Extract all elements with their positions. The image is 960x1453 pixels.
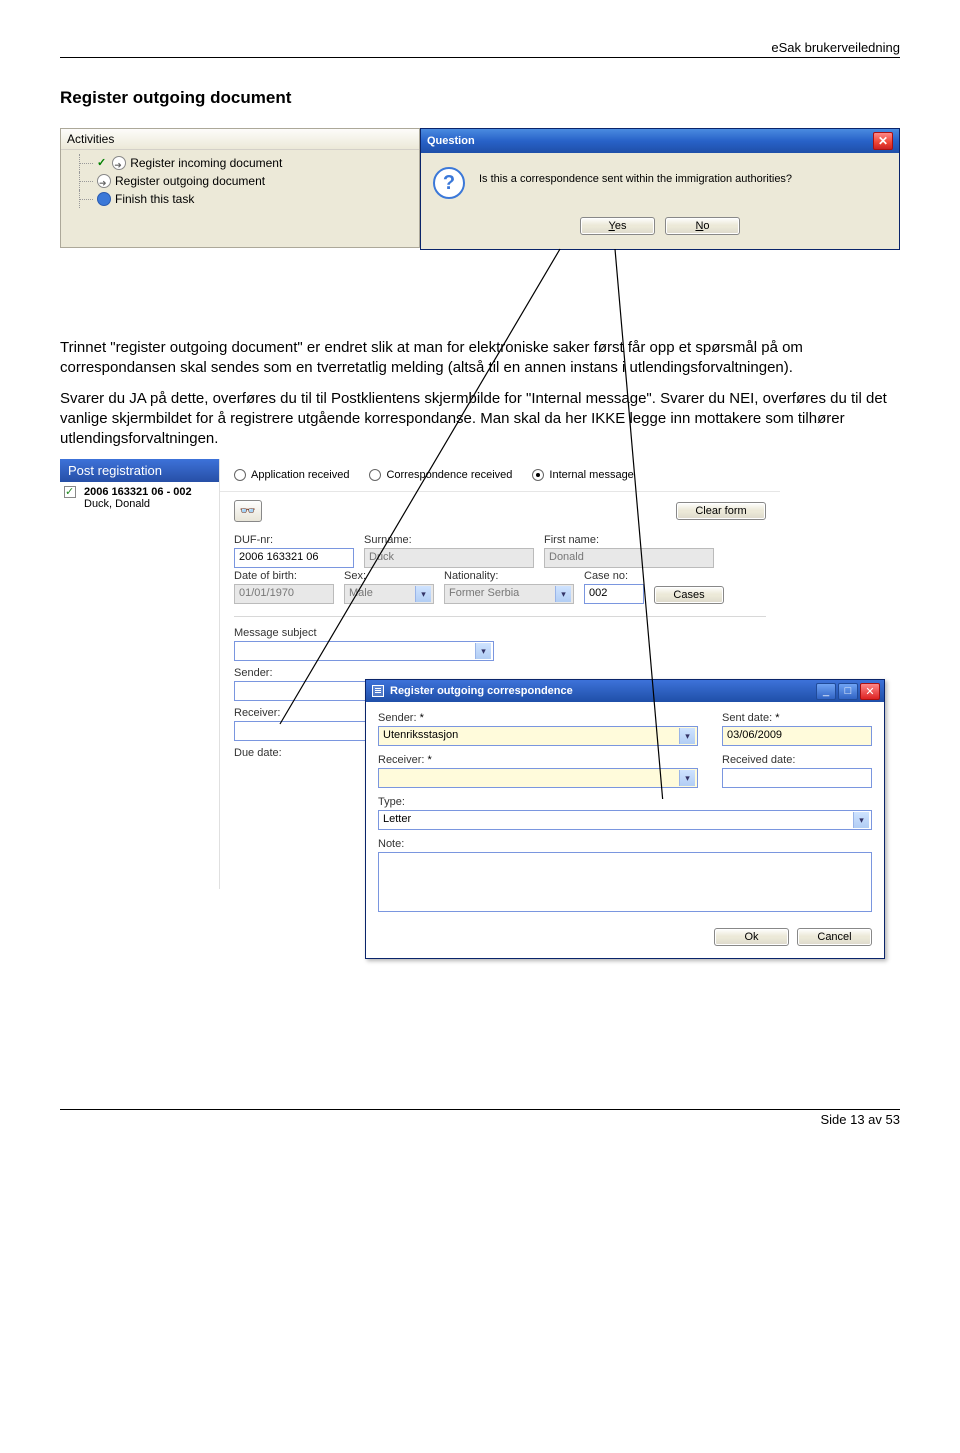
activities-list: ✓ Register incoming document Register ou… [61,150,419,212]
activities-title: Activities [61,129,419,150]
radio-internal-message[interactable]: Internal message [532,469,633,481]
divider [234,616,766,617]
minimize-icon[interactable]: _ [816,683,836,700]
case-reference: 2006 163321 06 - 002 [80,482,192,498]
case-checkbox[interactable] [64,486,76,498]
post-registration-tab[interactable]: Post registration [60,459,219,482]
label-note: Note: [378,838,872,850]
dialog-body: ? Is this a correspondence sent within t… [421,153,899,213]
dialog-buttons: Ok Cancel [378,920,872,948]
refresh-icon [112,156,126,170]
label-dob: Date of birth: [234,570,334,582]
document-icon [372,685,384,697]
nationality-select: Former Serbia [444,584,574,604]
sent-date-input[interactable]: 03/06/2009 [722,726,872,746]
page-footer: Side 13 av 53 [60,1109,900,1127]
dob-input: 01/01/1970 [234,584,334,604]
paragraph: Trinnet "register outgoing document" er … [60,338,900,379]
check-icon: ✓ [97,154,106,172]
dialog-titlebar: Question ✕ [421,129,899,153]
no-button[interactable]: No [665,217,740,235]
search-button[interactable]: 👓 [234,500,262,522]
screenshot-area: Activities ✓ Register incoming document … [60,128,900,308]
question-icon: ? [433,167,465,199]
radio-icon [532,469,544,481]
radio-icon [369,469,381,481]
yes-button[interactable]: Yes [580,217,655,235]
label-caseno: Case no: [584,570,644,582]
cases-button[interactable]: Cases [654,586,724,604]
window-buttons: _ □ ✕ [816,683,880,700]
activities-panel: Activities ✓ Register incoming document … [60,128,420,248]
label-sex: Sex: [344,570,434,582]
radio-application-received[interactable]: Application received [234,469,349,481]
message-subject-select[interactable] [234,641,494,661]
label-surname: Surname: [364,534,534,546]
close-icon[interactable]: ✕ [860,683,880,700]
header-text: eSak brukerveiledning [771,40,900,55]
maximize-icon[interactable]: □ [838,683,858,700]
label-type: Type: [378,796,872,808]
type-select[interactable]: Letter [378,810,872,830]
label-duf: DUF-nr: [234,534,354,546]
fields-grid: DUF-nr: 2006 163321 06 Surname: Duck Fir… [220,530,780,610]
section-title: Register outgoing document [60,88,900,108]
label-nationality: Nationality: [444,570,574,582]
caseno-input[interactable]: 002 [584,584,644,604]
case-name: Duck, Donald [80,498,192,510]
page-header: eSak brukerveiledning [60,40,900,58]
ok-button[interactable]: Ok [714,928,789,946]
label-duedate: Due date: [234,747,354,759]
activity-row[interactable]: ✓ Register incoming document [73,154,419,172]
receiver-select[interactable] [378,768,698,788]
activity-label: Register incoming document [130,154,282,172]
page-number: Side 13 av 53 [820,1112,900,1127]
activity-row[interactable]: Finish this task [73,190,419,208]
dialog-titlebar: Register outgoing correspondence _ □ ✕ [366,680,884,702]
paragraph: Svarer du JA på dette, overføres du til … [60,389,900,450]
sender-select[interactable]: Utenriksstasjon [378,726,698,746]
label-firstname: First name: [544,534,714,546]
label-sent-date: Sent date: [722,712,872,724]
message-type-radios: Application received Correspondence rece… [220,459,780,492]
duf-input[interactable]: 2006 163321 06 [234,548,354,568]
search-row: 👓 Clear form [220,492,780,530]
radio-icon [234,469,246,481]
dialog-body: Sender: Utenriksstasjon Sent date: 03/06… [366,702,884,958]
post-registration-area: Post registration 2006 163321 06 - 002 D… [60,459,930,979]
clear-form-button[interactable]: Clear form [676,502,766,520]
cancel-button[interactable]: Cancel [797,928,872,946]
question-dialog: Question ✕ ? Is this a correspondence se… [420,128,900,250]
dialog-message: Is this a correspondence sent within the… [479,167,792,185]
surname-input: Duck [364,548,534,568]
dialog-title: Register outgoing correspondence [390,685,573,697]
dialog-buttons: Yes No [421,213,899,249]
activity-label: Register outgoing document [115,172,265,190]
activity-row[interactable]: Register outgoing document [73,172,419,190]
binoculars-icon: 👓 [240,503,256,519]
label-message-subject: Message subject [234,627,494,639]
bullet-icon [97,192,111,206]
post-sidebar: Post registration 2006 163321 06 - 002 D… [60,459,220,889]
label-sender: Sender: [234,667,494,679]
label-receiver: Receiver: [378,754,698,766]
label-sender: Sender: [378,712,698,724]
correspondence-dialog: Register outgoing correspondence _ □ ✕ S… [365,679,885,959]
dialog-title: Question [427,135,475,147]
note-textarea[interactable] [378,852,872,912]
radio-correspondence-received[interactable]: Correspondence received [369,469,512,481]
firstname-input: Donald [544,548,714,568]
label-received-date: Received date: [722,754,872,766]
close-icon[interactable]: ✕ [873,132,893,150]
refresh-icon [97,174,111,188]
sex-select: Male [344,584,434,604]
received-date-input[interactable] [722,768,872,788]
activity-label: Finish this task [115,190,194,208]
